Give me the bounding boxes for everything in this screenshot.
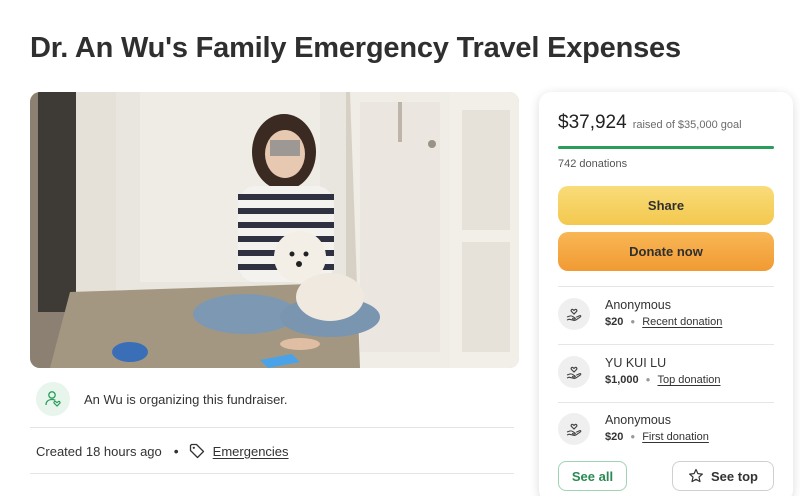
category-link[interactable]: Emergencies — [213, 444, 289, 459]
see-top-button[interactable]: See top — [672, 461, 774, 491]
donor-amount: $20 — [605, 431, 624, 443]
donor-separator: ● — [630, 432, 636, 441]
hand-heart-icon — [566, 366, 582, 379]
donor-amount: $1,000 — [605, 374, 639, 386]
divider — [30, 427, 514, 428]
share-button[interactable]: Share — [558, 186, 774, 225]
donor-avatar — [558, 298, 590, 330]
donor-item: YU KUI LU $1,000 ● Top donation — [558, 352, 774, 392]
recent-donation-link[interactable]: Recent donation — [642, 313, 722, 331]
hand-heart-icon — [566, 423, 582, 436]
campaign-photo — [30, 92, 519, 368]
divider — [558, 286, 774, 287]
page-title: Dr. An Wu's Family Emergency Travel Expe… — [30, 32, 681, 64]
progress-fill — [558, 146, 774, 149]
first-donation-link[interactable]: First donation — [642, 428, 709, 446]
organizer-text: An Wu is organizing this fundraiser. — [84, 391, 288, 407]
see-top-label: See top — [711, 468, 758, 484]
divider — [558, 344, 774, 345]
donor-amount: $20 — [605, 316, 624, 328]
progress-bar — [558, 146, 774, 149]
donation-count: 742 donations — [558, 158, 628, 170]
meta-row: Created 18 hours ago • Emergencies — [36, 440, 289, 462]
created-time: Created 18 hours ago — [36, 443, 162, 459]
raised-row: $37,924 raised of $35,000 goal — [558, 112, 742, 134]
goal-text: raised of $35,000 goal — [632, 119, 742, 131]
tag-icon — [189, 443, 205, 459]
donor-avatar — [558, 356, 590, 388]
donor-name: Anonymous — [605, 298, 672, 312]
donor-avatar — [558, 413, 590, 445]
donor-separator: ● — [630, 317, 636, 326]
top-donation-link[interactable]: Top donation — [658, 371, 721, 389]
user-heart-icon — [45, 391, 61, 407]
divider — [30, 473, 514, 474]
organizer-avatar — [36, 382, 70, 416]
donor-item: Anonymous $20 ● First donation — [558, 409, 774, 449]
meta-separator: • — [173, 443, 179, 459]
organizer-row: An Wu is organizing this fundraiser. — [30, 378, 514, 420]
donor-name: Anonymous — [605, 413, 672, 427]
donate-now-button[interactable]: Donate now — [558, 232, 774, 271]
hand-heart-icon — [566, 308, 582, 321]
raised-amount: $37,924 — [558, 112, 627, 133]
donor-name: YU KUI LU — [605, 356, 667, 370]
divider — [558, 402, 774, 403]
see-all-button[interactable]: See all — [558, 461, 627, 491]
donor-item: Anonymous $20 ● Recent donation — [558, 294, 774, 334]
donor-separator: ● — [645, 375, 651, 384]
star-icon — [689, 468, 704, 483]
donation-card: $37,924 raised of $35,000 goal 742 donat… — [539, 92, 793, 496]
